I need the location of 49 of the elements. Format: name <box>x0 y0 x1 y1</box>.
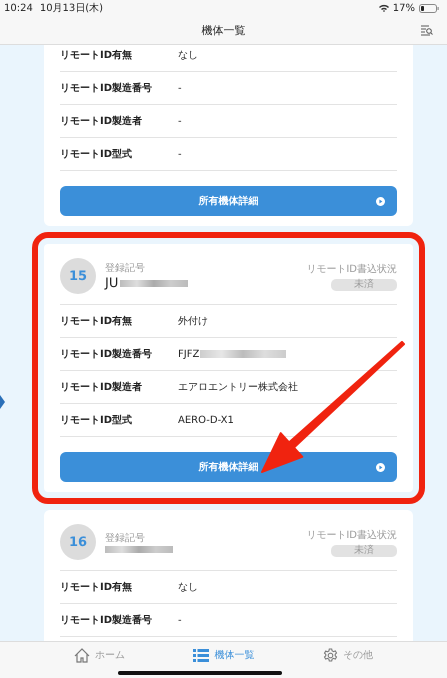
filter-list-icon[interactable] <box>421 25 433 36</box>
status-label: リモートID書込状況 <box>306 262 397 276</box>
detail-button[interactable]: 所有機体詳細 <box>60 452 397 482</box>
status-date: 10月13日(木) <box>40 2 104 15</box>
detail-button[interactable]: 所有機体詳細 <box>60 186 397 216</box>
field-value: FJFZ <box>178 348 200 360</box>
status-badge: 未済 <box>331 544 397 556</box>
status-badge: 未済 <box>331 278 397 290</box>
field-label: リモートID有無 <box>60 580 134 594</box>
field-label: リモートID型式 <box>60 414 134 427</box>
field-value: エアロエントリー株式会社 <box>178 380 298 394</box>
field-label: リモートID製造番号 <box>60 82 154 95</box>
status-label: リモートID書込状況 <box>306 528 397 542</box>
wifi-icon <box>378 4 389 12</box>
field-label: リモートID有無 <box>60 48 134 62</box>
field-value: 外付け <box>178 315 208 328</box>
list-icon <box>193 648 210 662</box>
screen-title: 機体一覧 <box>202 22 246 38</box>
field-label: リモートID製造番号 <box>60 614 154 627</box>
play-circle-icon <box>376 462 385 472</box>
field-value: - <box>178 148 182 160</box>
tab-bar-item[interactable]: その他 <box>322 642 373 668</box>
field-value: AERO-D-X1 <box>178 414 234 426</box>
home-icon <box>74 648 90 662</box>
field-value: - <box>178 116 182 126</box>
registration-label: 登録記号 <box>105 262 146 275</box>
status-time: 10:24 <box>4 2 33 14</box>
field-label: リモートID製造者 <box>60 380 144 394</box>
field-label: リモートID型式 <box>60 148 134 161</box>
battery-icon <box>419 4 439 12</box>
blurred-text-placeholder <box>105 546 173 553</box>
field-value: - <box>178 82 182 94</box>
tab-bar-item[interactable]: 機体一覧 <box>193 642 254 668</box>
play-circle-icon <box>376 196 385 206</box>
settings-icon <box>322 648 338 662</box>
field-label: リモートID有無 <box>60 314 134 328</box>
field-value: - <box>178 614 182 626</box>
field-label: リモートID製造番号 <box>60 348 154 361</box>
registration-label: 登録記号 <box>105 532 146 545</box>
tab-bar-item[interactable]: ホーム <box>74 642 126 668</box>
battery-percent: 17% <box>392 2 415 14</box>
registration-value: JU <box>105 276 118 291</box>
field-value: なし <box>178 49 198 62</box>
number-badge: 16 <box>60 524 96 560</box>
number-badge: 15 <box>60 258 96 294</box>
field-value: なし <box>178 581 198 594</box>
triangle-marker-icon <box>0 395 5 409</box>
blurred-text-placeholder <box>120 280 188 287</box>
field-label: リモートID製造者 <box>60 114 144 128</box>
